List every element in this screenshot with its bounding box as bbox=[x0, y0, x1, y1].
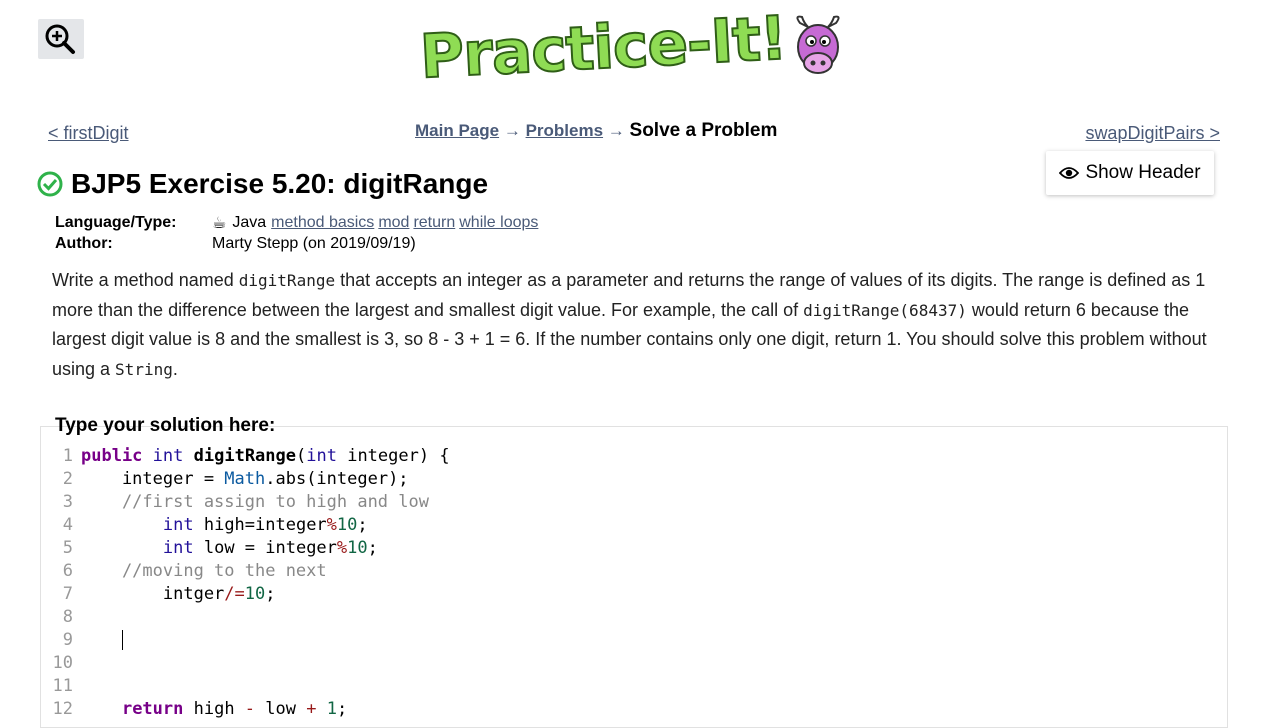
solution-label: Type your solution here: bbox=[55, 415, 276, 436]
line-text bbox=[81, 629, 123, 652]
line-text: public int digitRange(int integer) { bbox=[81, 446, 450, 466]
code-line: 8 bbox=[62, 607, 73, 627]
line-text: intger/=10; bbox=[81, 584, 276, 604]
code-line: 10 bbox=[52, 653, 73, 673]
code-line: 2 integer = Math.abs(integer); bbox=[62, 469, 409, 489]
breadcrumb-current: Solve a Problem bbox=[629, 120, 778, 141]
problem-title: BJP5 Exercise 5.20: digitRange bbox=[71, 168, 489, 199]
code-line: 3 //first assign to high and low bbox=[62, 492, 429, 512]
zoom-in-icon bbox=[45, 24, 75, 54]
prev-problem-link[interactable]: < firstDigit bbox=[48, 123, 129, 144]
problem-meta: Language/Type: ☕ Java method basics mod … bbox=[55, 212, 542, 254]
breadcrumb: Main Page → Problems → Solve a Problem bbox=[415, 120, 777, 142]
tag-link[interactable]: method basics bbox=[271, 214, 374, 232]
code-editor[interactable]: 1 public int digitRange(int integer) { 2 … bbox=[40, 426, 1228, 728]
next-problem-link[interactable]: swapDigitPairs > bbox=[1085, 123, 1220, 144]
breadcrumb-arrow: → bbox=[607, 121, 625, 140]
site-logo[interactable]: Practice-It! bbox=[417, 2, 850, 94]
line-text: return high - low + 1; bbox=[121, 699, 348, 719]
problem-title-row: BJP5 Exercise 5.20: digitRange bbox=[37, 168, 488, 200]
logo-text: Practice-It! bbox=[417, 2, 789, 93]
code-line: 6 //moving to the next bbox=[62, 561, 327, 581]
show-header-button[interactable]: Show Header bbox=[1046, 151, 1214, 195]
code-line: 11 bbox=[52, 676, 73, 696]
zoom-button[interactable] bbox=[38, 19, 84, 59]
breadcrumb-main-page[interactable]: Main Page bbox=[415, 121, 499, 140]
code-line: 4 int high=integer%10; bbox=[62, 515, 368, 535]
solved-check-icon bbox=[37, 171, 63, 197]
line-text: integer = Math.abs(integer); bbox=[81, 469, 409, 489]
cow-mascot-icon bbox=[796, 15, 840, 74]
line-text: int low = integer%10; bbox=[162, 538, 378, 558]
language-label: Language/Type: bbox=[55, 213, 177, 231]
eye-icon bbox=[1059, 167, 1080, 179]
code-line: 5 int low = integer%10; bbox=[62, 538, 378, 558]
line-text: int high=integer%10; bbox=[162, 515, 368, 535]
tag-link[interactable]: return bbox=[413, 214, 455, 232]
breadcrumb-problems[interactable]: Problems bbox=[526, 121, 603, 140]
author-label: Author: bbox=[55, 234, 113, 252]
problem-description: Write a method named digitRange that acc… bbox=[52, 270, 1207, 379]
code-lines: 1 public int digitRange(int integer) { 2 … bbox=[41, 445, 450, 721]
tag-link[interactable]: mod bbox=[378, 214, 409, 232]
line-text: //first assign to high and low bbox=[81, 492, 429, 512]
code-line: 7 intger/=10; bbox=[62, 584, 276, 604]
code-line: 9 bbox=[41, 629, 450, 652]
show-header-label: Show Header bbox=[1085, 162, 1201, 183]
breadcrumb-arrow: → bbox=[503, 121, 521, 140]
text-cursor bbox=[121, 630, 123, 650]
code-line: 1 public int digitRange(int integer) { bbox=[62, 446, 450, 466]
java-icon: ☕ bbox=[212, 214, 227, 232]
tag-link[interactable]: while loops bbox=[459, 214, 538, 232]
author-value: Marty Stepp (on 2019/09/19) bbox=[212, 234, 416, 252]
line-text: //moving to the next bbox=[81, 561, 327, 581]
language-value: Java bbox=[232, 213, 267, 231]
code-line: 12 return high - low + 1; bbox=[52, 699, 348, 719]
